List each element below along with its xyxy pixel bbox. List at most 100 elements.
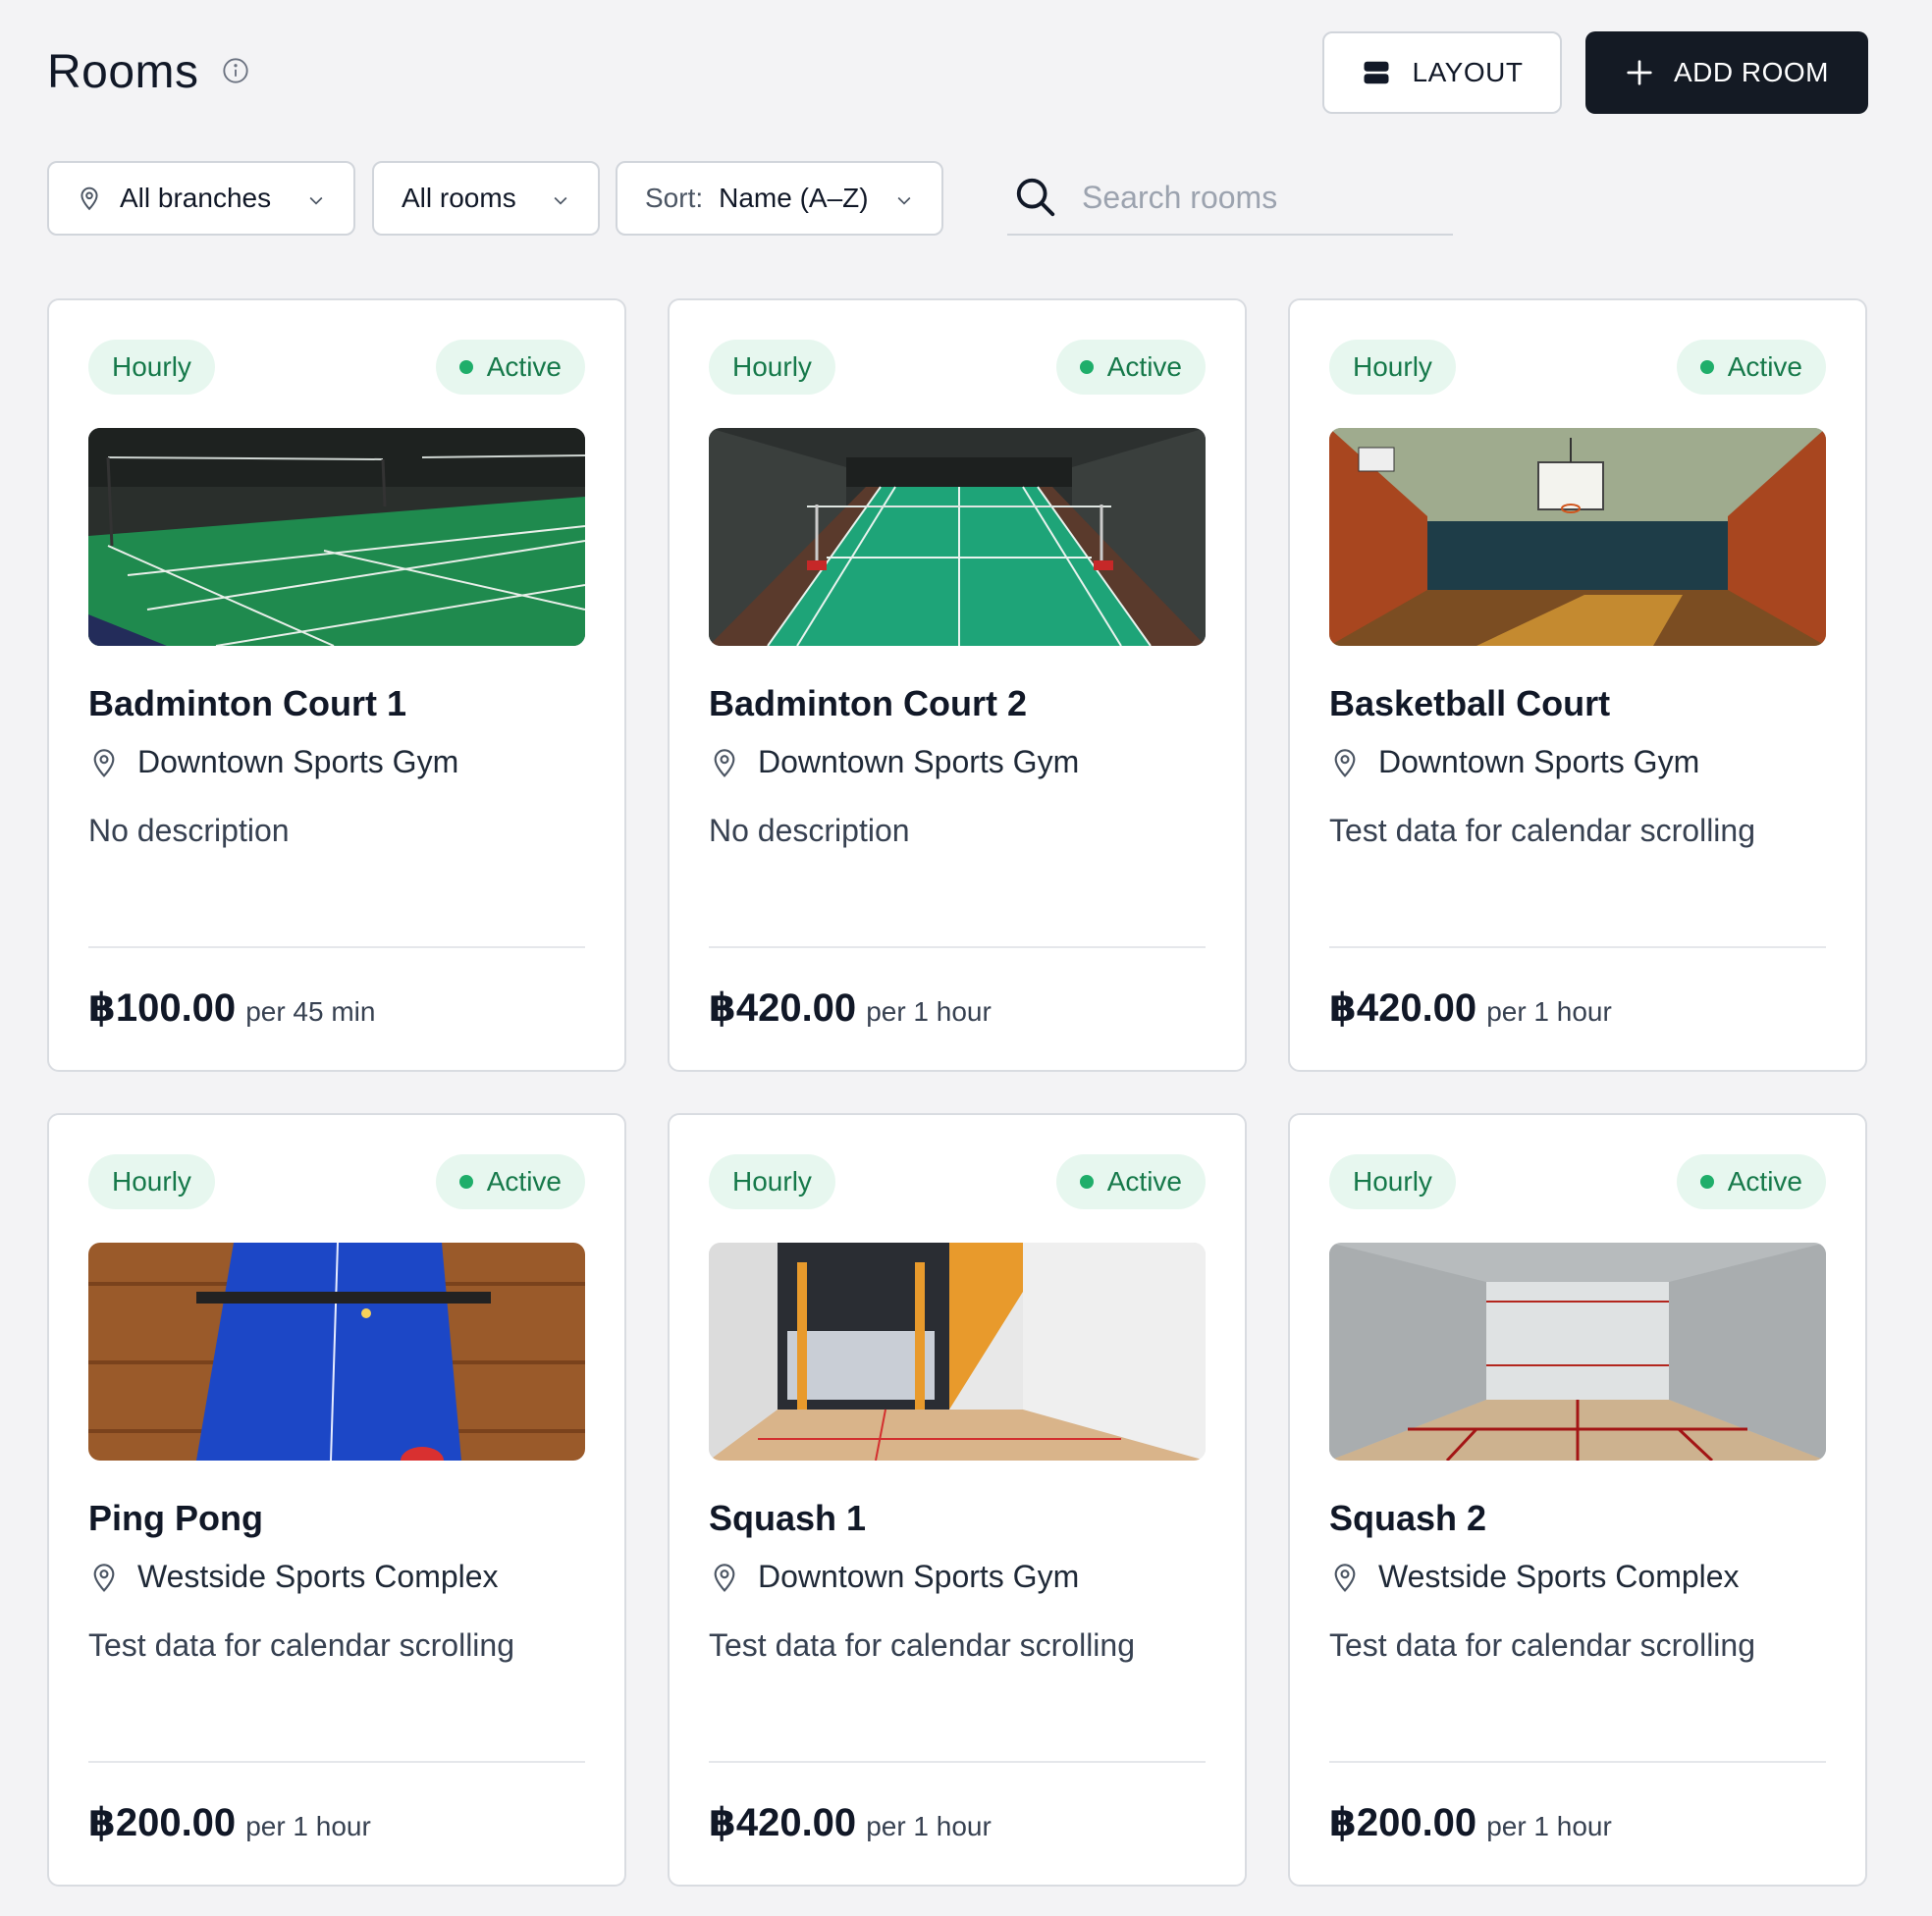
room-card[interactable]: Hourly Active Squash 2 Westside Sports C… [1288, 1113, 1867, 1887]
room-location-label: Downtown Sports Gym [758, 744, 1080, 779]
pricing-type-badge: Hourly [1329, 340, 1456, 395]
card-divider [88, 1761, 585, 1763]
price-unit: per 1 hour [866, 1811, 992, 1841]
room-name: Badminton Court 1 [88, 683, 406, 723]
location-pin-icon [714, 748, 735, 777]
location-pin-icon [80, 186, 98, 211]
add-room-button[interactable]: ADD ROOM [1585, 31, 1868, 114]
chevron-down-icon [309, 196, 323, 205]
location-pin-icon [1334, 1563, 1356, 1592]
pricing-type-badge: Hourly [709, 1154, 835, 1209]
room-location-label: Westside Sports Complex [137, 1559, 499, 1594]
room-price: ฿200.00 [1329, 1801, 1477, 1844]
chevron-down-icon [554, 196, 567, 205]
room-name: Badminton Court 2 [709, 683, 1027, 723]
pricing-type-badge: Hourly [1329, 1154, 1456, 1209]
status-badge: Active [435, 1154, 585, 1209]
room-location: Downtown Sports Gym [1329, 744, 1699, 780]
ping-pong-table-photo [88, 1243, 585, 1461]
room-location-label: Downtown Sports Gym [1378, 744, 1700, 779]
squash-court-photo [709, 1243, 1206, 1461]
layout-button[interactable]: LAYOUT [1322, 31, 1562, 114]
room-card[interactable]: Hourly Active Badminton Court 1 Downtown… [47, 298, 626, 1072]
room-price: ฿200.00 [88, 1801, 237, 1844]
status-badge: Active [1055, 1154, 1206, 1209]
info-icon[interactable] [222, 57, 249, 84]
price-row: ฿420.00 per 1 hour [1329, 985, 1612, 1031]
rooms-filter-label: All rooms [402, 183, 516, 213]
status-dot-icon [458, 360, 473, 374]
room-location-label: Downtown Sports Gym [137, 744, 459, 779]
search-field [1007, 161, 1453, 236]
status-dot-icon [1699, 360, 1714, 374]
sort-prefix: Sort: [645, 183, 704, 213]
card-divider [88, 946, 585, 948]
status-dot-icon [1699, 1175, 1714, 1189]
price-row: ฿420.00 per 1 hour [709, 1800, 992, 1845]
room-description: No description [88, 813, 290, 848]
price-row: ฿100.00 per 45 min [88, 985, 375, 1031]
room-card[interactable]: Hourly Active Ping Pong Westside Sports … [47, 1113, 626, 1887]
status-label: Active [1106, 351, 1182, 382]
status-label: Active [1106, 1166, 1182, 1197]
room-location: Downtown Sports Gym [709, 744, 1079, 780]
room-name: Squash 2 [1329, 1498, 1487, 1538]
pricing-type-badge: Hourly [88, 340, 215, 395]
room-location: Downtown Sports Gym [88, 744, 458, 780]
price-unit: per 1 hour [1486, 996, 1612, 1027]
page-title: Rooms [47, 46, 199, 98]
price-unit: per 1 hour [245, 1811, 371, 1841]
room-card[interactable]: Hourly Active Squash 1 Downtown Sports G… [668, 1113, 1247, 1887]
room-price: ฿420.00 [1329, 986, 1477, 1030]
status-label: Active [1727, 351, 1802, 382]
status-dot-icon [1079, 360, 1094, 374]
rooms-filter-dropdown[interactable]: All rooms [372, 161, 600, 236]
status-badge: Active [1676, 340, 1826, 395]
card-divider [1329, 946, 1826, 948]
room-location: Westside Sports Complex [88, 1559, 499, 1595]
pricing-type-badge: Hourly [709, 340, 835, 395]
price-unit: per 45 min [245, 996, 376, 1027]
room-description: No description [709, 813, 910, 848]
room-card[interactable]: Hourly Active Basketball Court Downtown … [1288, 298, 1867, 1072]
badminton-court-photo [709, 428, 1206, 646]
basketball-court-photo [1329, 428, 1826, 646]
status-label: Active [486, 351, 562, 382]
filter-bar: All branches All rooms Sort: Name (A–Z) [47, 161, 1461, 236]
sort-dropdown[interactable]: Sort: Name (A–Z) [616, 161, 943, 236]
branch-filter-label: All branches [120, 183, 272, 213]
location-pin-icon [714, 1563, 735, 1592]
price-row: ฿200.00 per 1 hour [88, 1800, 371, 1845]
branch-filter-dropdown[interactable]: All branches [47, 161, 355, 236]
card-divider [709, 946, 1206, 948]
status-label: Active [486, 1166, 562, 1197]
room-description: Test data for calendar scrolling [1329, 1627, 1755, 1663]
squash-court-photo [1329, 1243, 1826, 1461]
search-input[interactable] [1082, 179, 1435, 216]
room-name: Ping Pong [88, 1498, 263, 1538]
room-location: Downtown Sports Gym [709, 1559, 1079, 1595]
location-pin-icon [93, 1563, 115, 1592]
location-pin-icon [1334, 748, 1356, 777]
price-unit: per 1 hour [866, 996, 992, 1027]
status-dot-icon [1079, 1175, 1094, 1189]
price-unit: per 1 hour [1486, 1811, 1612, 1841]
status-badge: Active [1676, 1154, 1826, 1209]
room-card[interactable]: Hourly Active Badminton Court 2 Downtown… [668, 298, 1247, 1072]
card-divider [1329, 1761, 1826, 1763]
room-description: Test data for calendar scrolling [88, 1627, 514, 1663]
room-description: Test data for calendar scrolling [709, 1627, 1135, 1663]
room-location-label: Westside Sports Complex [1378, 1559, 1740, 1594]
room-description: Test data for calendar scrolling [1329, 813, 1755, 848]
page-header: Rooms LAYOUT ADD ROOM [47, 29, 1868, 114]
room-price: ฿420.00 [709, 1801, 857, 1844]
room-name: Basketball Court [1329, 683, 1611, 723]
room-name: Squash 1 [709, 1498, 867, 1538]
pricing-type-badge: Hourly [88, 1154, 215, 1209]
search-icon [1016, 178, 1055, 217]
price-row: ฿200.00 per 1 hour [1329, 1800, 1612, 1845]
chevron-down-icon [897, 196, 911, 205]
room-price: ฿100.00 [88, 986, 237, 1030]
room-price: ฿420.00 [709, 986, 857, 1030]
status-dot-icon [458, 1175, 473, 1189]
